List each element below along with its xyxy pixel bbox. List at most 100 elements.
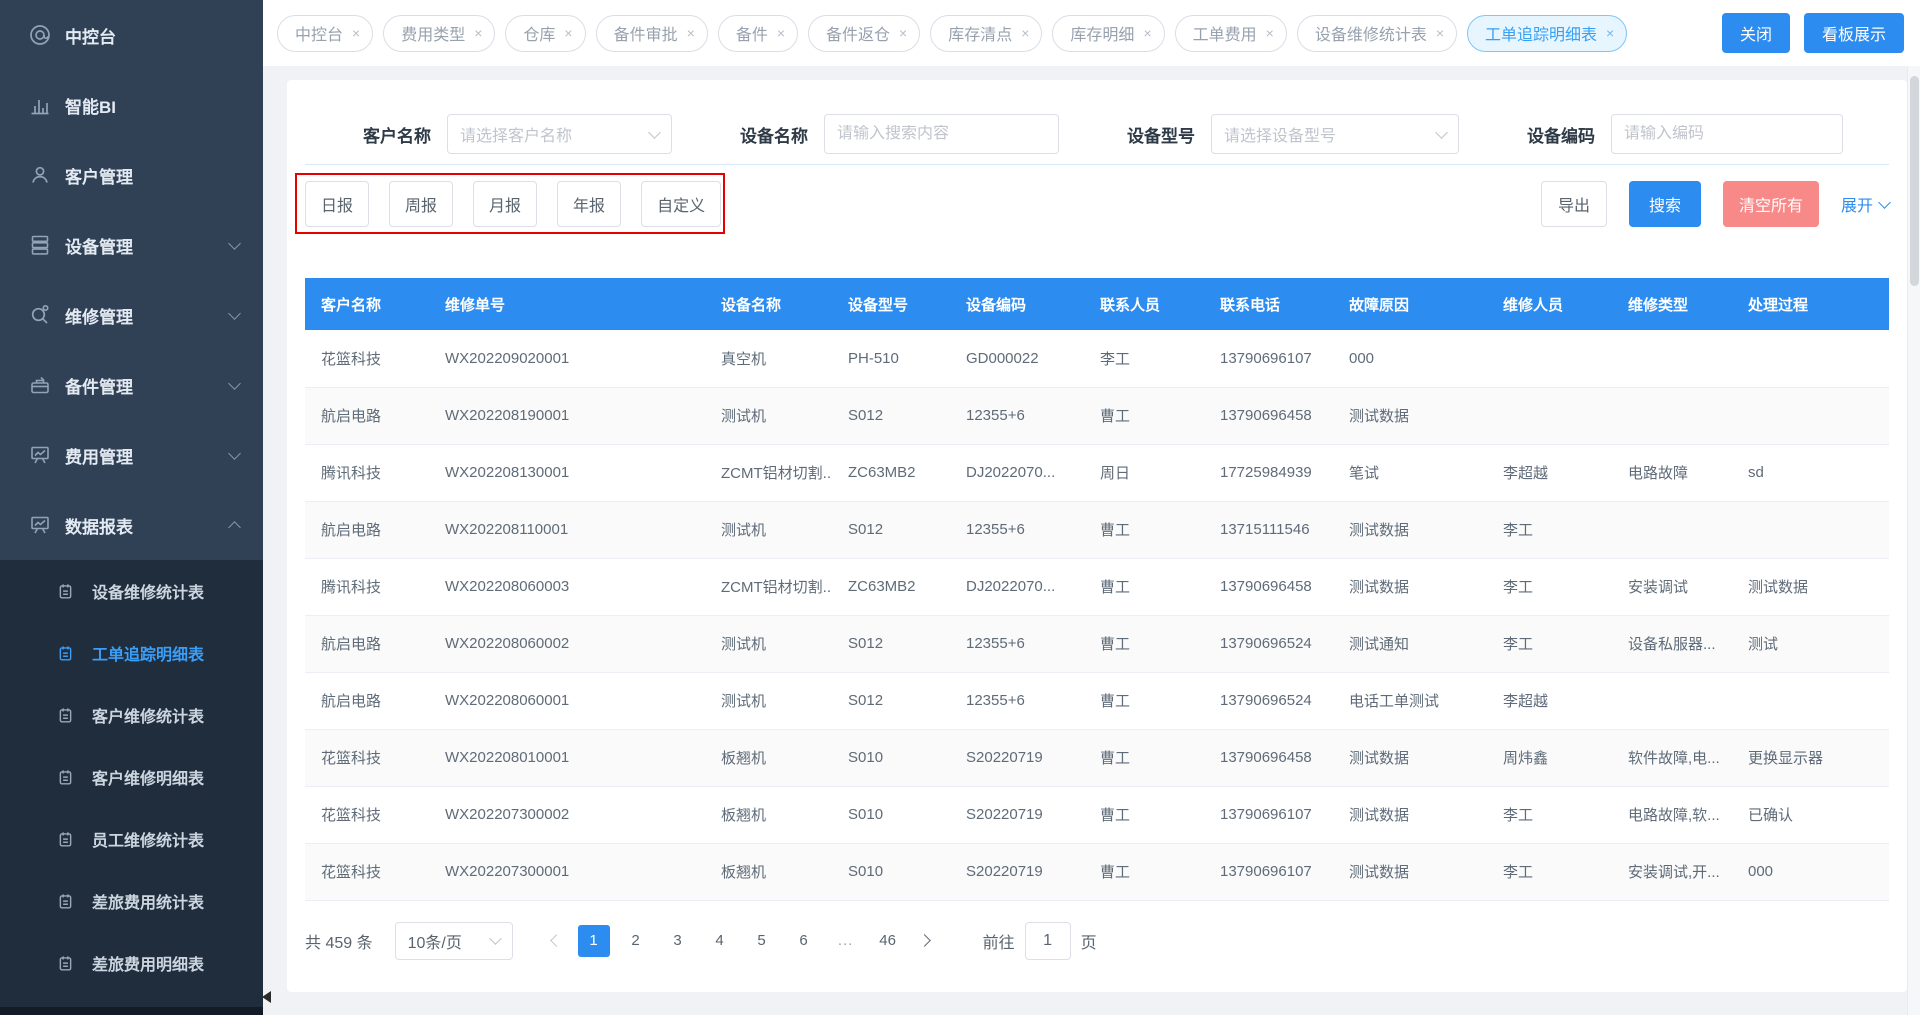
tab-spareparts-return[interactable]: 备件返仓× bbox=[808, 15, 920, 52]
close-icon[interactable]: × bbox=[1143, 26, 1151, 40]
prev-page-button[interactable] bbox=[541, 925, 573, 957]
close-icon[interactable]: × bbox=[899, 26, 907, 40]
sidebar-item-console[interactable]: 中控台 bbox=[0, 0, 263, 70]
page-button-46[interactable]: 46 bbox=[872, 925, 904, 957]
report-button-yearly[interactable]: 年报 bbox=[557, 181, 621, 227]
tab-spareparts[interactable]: 备件× bbox=[718, 15, 798, 52]
report-button-custom[interactable]: 自定义 bbox=[641, 181, 721, 227]
page-button-2[interactable]: 2 bbox=[620, 925, 652, 957]
page-button-3[interactable]: 3 bbox=[662, 925, 694, 957]
table-cell: 13790696458 bbox=[1204, 558, 1333, 615]
close-icon[interactable]: × bbox=[1606, 26, 1614, 40]
vertical-scrollbar[interactable] bbox=[1907, 66, 1920, 1015]
order-number-link[interactable]: WX202208060001 bbox=[429, 672, 705, 729]
devices-icon bbox=[28, 233, 52, 257]
next-page-button[interactable] bbox=[909, 925, 941, 957]
order-number-link[interactable]: WX202208060002 bbox=[429, 615, 705, 672]
sidebar-item-data-reports[interactable]: 数据报表 bbox=[0, 490, 263, 560]
pager-ellipsis[interactable]: ... bbox=[830, 925, 862, 957]
order-number-link[interactable]: WX202208190001 bbox=[429, 387, 705, 444]
expand-toggle[interactable]: 展开 bbox=[1841, 192, 1889, 216]
sidebar-subitem-customer-repair-stats[interactable]: 客户维修统计表 bbox=[0, 684, 263, 746]
content-card: 客户名称 请选择客户名称 设备名称 设备型号 请选择设备型号 设备编码 bbox=[287, 80, 1907, 992]
close-icon[interactable]: × bbox=[777, 26, 785, 40]
notebook-icon bbox=[56, 954, 75, 973]
tab-inventory-check[interactable]: 库存清点× bbox=[930, 15, 1042, 52]
clear-all-button[interactable]: 清空所有 bbox=[1723, 181, 1819, 227]
order-number-link[interactable]: WX202208130001 bbox=[429, 444, 705, 501]
table-row: 花篮科技WX202209020001真空机PH-510GD000022李工137… bbox=[305, 330, 1889, 387]
order-number-link[interactable]: WX202208010001 bbox=[429, 729, 705, 786]
table-cell: 12355+6 bbox=[950, 387, 1084, 444]
sidebar-subitem-device-repair-stats[interactable]: 设备维修统计表 bbox=[0, 560, 263, 622]
goto-page-input[interactable] bbox=[1025, 922, 1071, 960]
close-icon[interactable]: × bbox=[1266, 26, 1274, 40]
sidebar-collapse-icon[interactable] bbox=[262, 991, 271, 1003]
tab-workorder-tracking-detail[interactable]: 工单追踪明细表× bbox=[1467, 15, 1627, 52]
sidebar-subitem-travel-cost-detail[interactable]: 差旅费用明细表 bbox=[0, 932, 263, 994]
device-model-select[interactable]: 请选择设备型号 bbox=[1211, 114, 1459, 154]
table-cell: 李超越 bbox=[1487, 672, 1612, 729]
page-button-6[interactable]: 6 bbox=[788, 925, 820, 957]
device-code-label: 设备编码 bbox=[1527, 122, 1595, 147]
tab-spareparts-approval[interactable]: 备件审批× bbox=[596, 15, 708, 52]
sidebar-item-repair-mgmt[interactable]: 维修管理 bbox=[0, 280, 263, 350]
sidebar-subitem-travel-cost-stats[interactable]: 差旅费用统计表 bbox=[0, 870, 263, 932]
export-button[interactable]: 导出 bbox=[1541, 181, 1607, 227]
close-icon[interactable]: × bbox=[1436, 26, 1444, 40]
scrollbar-thumb[interactable] bbox=[1910, 76, 1919, 286]
sidebar-subitem-customer-repair-detail[interactable]: 客户维修明细表 bbox=[0, 746, 263, 808]
device-code-input[interactable] bbox=[1624, 125, 1830, 143]
chevron-right-icon bbox=[918, 934, 931, 947]
page-button-4[interactable]: 4 bbox=[704, 925, 736, 957]
close-icon[interactable]: × bbox=[474, 26, 482, 40]
table-header-row: 客户名称维修单号设备名称设备型号设备编码联系人员联系电话故障原因维修人员维修类型… bbox=[305, 278, 1889, 330]
order-number-link[interactable]: WX202208060003 bbox=[429, 558, 705, 615]
close-icon[interactable]: × bbox=[687, 26, 695, 40]
table-cell: 电话工单测试 bbox=[1333, 672, 1487, 729]
sidebar-item-customer-mgmt[interactable]: 客户管理 bbox=[0, 140, 263, 210]
sidebar-bottom-scrollbar[interactable] bbox=[0, 1007, 263, 1015]
sidebar-item-spareparts-mgmt[interactable]: 备件管理 bbox=[0, 350, 263, 420]
close-icon[interactable]: × bbox=[352, 26, 360, 40]
sidebar-subitem-employee-repair-stats[interactable]: 员工维修统计表 bbox=[0, 808, 263, 870]
table-cell: 13790696458 bbox=[1204, 387, 1333, 444]
tab-label: 工单费用 bbox=[1193, 21, 1257, 45]
report-button-weekly[interactable]: 周报 bbox=[389, 181, 453, 227]
table-row: 花篮科技WX202207300002板翘机S010S20220719曹工1379… bbox=[305, 786, 1889, 843]
notebook-icon bbox=[56, 830, 75, 849]
order-number-link[interactable]: WX202207300001 bbox=[429, 843, 705, 900]
page-button-5[interactable]: 5 bbox=[746, 925, 778, 957]
order-number-link[interactable]: WX202207300002 bbox=[429, 786, 705, 843]
tab-warehouse[interactable]: 仓库× bbox=[505, 15, 585, 52]
sidebar-item-cost-mgmt[interactable]: 费用管理 bbox=[0, 420, 263, 490]
page-size-select[interactable]: 10条/页 bbox=[395, 922, 513, 960]
customer-select[interactable]: 请选择客户名称 bbox=[447, 114, 672, 154]
table-row: 花篮科技WX202208010001板翘机S010S20220719曹工1379… bbox=[305, 729, 1889, 786]
tab-device-repair-stats[interactable]: 设备维修统计表× bbox=[1297, 15, 1457, 52]
close-icon[interactable]: × bbox=[564, 26, 572, 40]
tab-console[interactable]: 中控台× bbox=[277, 15, 373, 52]
close-icon[interactable]: × bbox=[1021, 26, 1029, 40]
order-number-link[interactable]: WX202208110001 bbox=[429, 501, 705, 558]
sidebar-item-device-mgmt[interactable]: 设备管理 bbox=[0, 210, 263, 280]
console-icon bbox=[28, 23, 52, 47]
tab-cost-type[interactable]: 费用类型× bbox=[383, 15, 495, 52]
report-button-daily[interactable]: 日报 bbox=[305, 181, 369, 227]
tab-workorder-cost[interactable]: 工单费用 × bbox=[1175, 15, 1287, 52]
tab-inventory-detail[interactable]: 库存明细× bbox=[1052, 15, 1164, 52]
table-cell: 花篮科技 bbox=[305, 786, 429, 843]
close-button[interactable]: 关闭 bbox=[1722, 13, 1790, 53]
board-display-button[interactable]: 看板展示 bbox=[1804, 13, 1904, 53]
table-cell: 李工 bbox=[1487, 843, 1612, 900]
sidebar-item-smart-bi[interactable]: 智能BI bbox=[0, 70, 263, 140]
order-number-link[interactable]: WX202209020001 bbox=[429, 330, 705, 387]
table-cell: 设备私服器... bbox=[1612, 615, 1732, 672]
chevron-down-icon bbox=[228, 237, 241, 250]
page-button-1[interactable]: 1 bbox=[578, 925, 610, 957]
sidebar-subitem-workorder-tracking-detail[interactable]: 工单追踪明细表 bbox=[0, 622, 263, 684]
search-button[interactable]: 搜索 bbox=[1629, 181, 1701, 227]
sidebar-item-label: 设备管理 bbox=[65, 233, 133, 258]
device-name-input[interactable] bbox=[837, 125, 1046, 143]
report-button-monthly[interactable]: 月报 bbox=[473, 181, 537, 227]
